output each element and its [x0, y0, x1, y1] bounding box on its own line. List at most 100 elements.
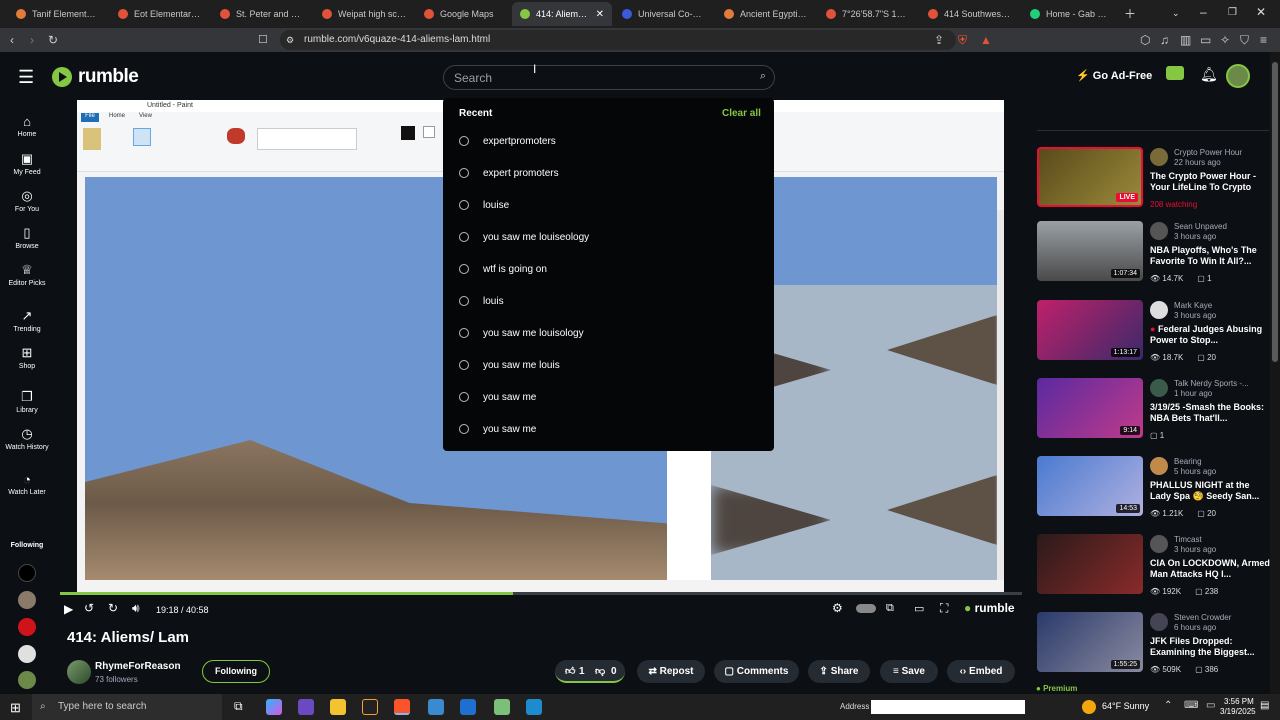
volume-icon[interactable]: 🔊︎ [132, 601, 140, 616]
bookmark-icon[interactable]: ☐ [258, 33, 268, 46]
channel-avatar[interactable] [1150, 457, 1168, 475]
browser-tab[interactable]: Universal Co-Maso [614, 2, 714, 26]
embed-button[interactable]: ‹› Embed [947, 660, 1015, 683]
weather-text[interactable]: 64°F Sunny [1102, 701, 1149, 711]
notifications-bell-icon[interactable]: 🔔︎ [1200, 66, 1218, 83]
channel-avatar[interactable] [67, 660, 91, 684]
task-view-icon[interactable]: ⧉ [234, 699, 243, 714]
search-box[interactable]: ⌕ [443, 65, 775, 90]
recommended-title[interactable]: ● Federal Judges Abusing Power to Stop..… [1150, 324, 1272, 346]
nav-shop[interactable]: ⊞ Shop [0, 345, 54, 370]
recommended-video[interactable]: 1:55:25 Steven Crowder 6 hours ago JFK F… [1037, 612, 1269, 684]
calculator-icon[interactable] [526, 699, 542, 715]
brave-rewards-icon[interactable]: ▲ [980, 33, 992, 47]
nav-browse[interactable]: ▯ Browse [0, 225, 54, 250]
browser-tab[interactable]: 414 Southwest 84th [920, 2, 1020, 26]
wallet-icon[interactable]: ▭ [1200, 33, 1211, 47]
rewind-icon[interactable]: ↺ [84, 601, 94, 615]
recommended-video[interactable]: 9:14 Talk Nerdy Sports -... 1 hour ago 3… [1037, 378, 1269, 450]
channel-name[interactable]: RhymeForReason [95, 661, 181, 672]
clock-time[interactable]: 3:56 PM [1224, 697, 1254, 706]
nav-library[interactable]: ❐ Library [0, 389, 54, 414]
recent-search-item[interactable]: you saw me [459, 387, 759, 407]
browser-tab[interactable]: Tanif Elementary Sc [8, 2, 108, 26]
player-brand-logo[interactable]: ● rumble [964, 601, 1015, 615]
media-icon[interactable]: ♫ [1160, 33, 1169, 47]
leo-icon[interactable]: ✧ [1220, 33, 1230, 47]
reload-icon[interactable]: ↻ [48, 33, 58, 47]
network-icon[interactable]: ▭ [1206, 700, 1215, 711]
scrollbar-thumb[interactable] [1272, 62, 1278, 362]
fullscreen-icon[interactable]: ⛶ [940, 601, 948, 616]
channel-avatar[interactable] [1150, 379, 1168, 397]
rumble-logo[interactable]: rumble [52, 66, 139, 88]
clock-date[interactable]: 3/19/2025 [1220, 707, 1256, 716]
recommended-title[interactable]: 3/19/25 -Smash the Books: NBA Bets That'… [1150, 402, 1272, 424]
nav-trending[interactable]: ↗ Trending [0, 308, 54, 333]
video-thumbnail[interactable]: 1:13:17 [1037, 300, 1143, 360]
premium-badge[interactable]: ● Premium [1036, 684, 1077, 693]
following-channel-avatar[interactable] [18, 564, 36, 582]
recent-search-item[interactable]: expert promoters [459, 163, 759, 183]
address-bar[interactable]: ⚙ rumble.com/v6quaze-414-aliems-lam.html [280, 30, 956, 50]
recommended-title[interactable]: The Crypto Power Hour - Your LifeLine To… [1150, 171, 1272, 193]
channel-avatar[interactable] [1150, 613, 1168, 631]
browser-tab[interactable]: Home - Gab Social [1022, 2, 1120, 26]
browser-tab[interactable]: St. Peter and St. Pa [212, 2, 312, 26]
recommended-video[interactable]: 1:13:17 Mark Kaye 3 hours ago ● Federal … [1037, 300, 1269, 372]
app-icon[interactable] [298, 699, 314, 715]
tab-list-chevron-icon[interactable]: ⌄ [1172, 8, 1180, 19]
site-settings-icon[interactable]: ⚙ [286, 30, 294, 50]
following-channel-avatar[interactable] [18, 645, 36, 663]
recommended-title[interactable]: NBA Playoffs, Who's The Favorite To Win … [1150, 245, 1272, 267]
browser-tab[interactable]: Weipat high school [314, 2, 414, 26]
app-icon[interactable] [428, 699, 444, 715]
video-thumbnail[interactable] [1037, 534, 1143, 594]
brave-shield-icon[interactable]: ⛨ [958, 33, 967, 48]
brave-browser-icon[interactable] [394, 699, 410, 715]
recommended-video[interactable]: Timcast 3 hours ago CIA On LOCKDOWN, Arm… [1037, 534, 1272, 606]
browser-tab[interactable]: Google Maps [416, 2, 512, 26]
pip-icon[interactable]: ⧉ [886, 602, 894, 615]
recent-search-item[interactable]: wtf is going on [459, 259, 759, 279]
recent-search-item[interactable]: you saw me [459, 419, 759, 439]
repost-button[interactable]: ⇄ Repost [637, 660, 705, 683]
video-thumbnail[interactable]: 14:53 [1037, 456, 1143, 516]
go-ad-free-button[interactable]: ⚡ Go Ad-Free [1076, 69, 1152, 82]
autoplay-toggle[interactable] [856, 604, 876, 613]
video-thumbnail[interactable]: 9:14 [1037, 378, 1143, 438]
video-thumbnail[interactable]: LIVE [1037, 147, 1143, 207]
clear-all-button[interactable]: Clear all [722, 108, 761, 119]
recommended-title[interactable]: JFK Files Dropped: Examining the Biggest… [1150, 636, 1272, 658]
recommended-video[interactable]: LIVE Crypto Power Hour 22 hours ago The … [1037, 147, 1269, 219]
following-channel-avatar[interactable] [18, 618, 36, 636]
app-icon[interactable] [494, 699, 510, 715]
restore-icon[interactable]: ❐ [1228, 7, 1237, 18]
video-thumbnail[interactable]: 1:55:25 [1037, 612, 1143, 672]
search-input[interactable] [454, 70, 744, 86]
close-window-icon[interactable]: ✕ [1256, 5, 1266, 19]
browser-tab[interactable]: Eot Elementary - Go [110, 2, 210, 26]
copilot-icon[interactable] [266, 699, 282, 715]
back-icon[interactable]: ‹ [10, 33, 14, 47]
nav-editor-picks[interactable]: ♕ Editor Picks [0, 262, 54, 287]
video-thumbnail[interactable]: 1:07:34 [1037, 221, 1143, 281]
nav-watch-history[interactable]: ◷ Watch History [0, 426, 54, 451]
following-button[interactable]: Following [202, 660, 270, 683]
share-button[interactable]: ⇪ Share [808, 660, 870, 683]
search-icon[interactable]: ⌕ [760, 70, 766, 83]
thumbs-up-icon[interactable]: 👍︎ [565, 660, 575, 683]
save-button[interactable]: ≡ Save [880, 660, 938, 683]
page-scrollbar[interactable] [1270, 52, 1280, 694]
nav-home[interactable]: ⌂ Home [0, 114, 54, 138]
progress-bar[interactable] [60, 592, 1022, 595]
share-page-icon[interactable]: ⇪ [934, 33, 944, 47]
nav-watch-later[interactable]: ◔ Watch Later [0, 472, 54, 496]
comments-button[interactable]: ▢ Comments [714, 660, 799, 683]
menu-icon[interactable]: ≡ [1260, 33, 1267, 47]
keyboard-icon[interactable]: ⌨ [1184, 700, 1198, 711]
taskbar-search[interactable]: ⌕ Type here to search [32, 694, 222, 720]
settings-gear-icon[interactable]: ⚙ [832, 601, 843, 615]
recommended-title[interactable]: CIA On LOCKDOWN, Armed Man Attacks HQ I.… [1150, 558, 1272, 580]
recent-search-item[interactable]: louise [459, 195, 759, 215]
